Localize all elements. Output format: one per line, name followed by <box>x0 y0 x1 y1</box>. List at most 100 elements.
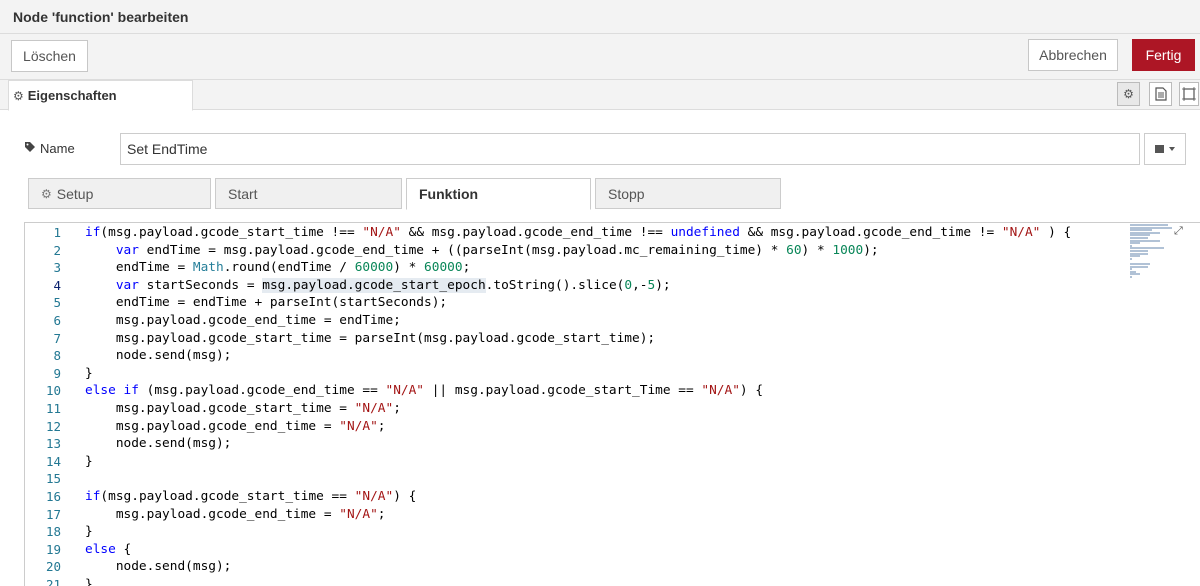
line-number: 3 <box>53 260 61 276</box>
code-token: msg.payload.gcode_end_time = endTime; <box>85 313 401 328</box>
code-token: (msg.payload.gcode_start_time !== <box>100 225 363 240</box>
done-button[interactable]: Fertig <box>1132 39 1195 71</box>
code-token: 1000 <box>832 242 864 258</box>
code-token: 60 <box>786 242 802 258</box>
code-line: msg.payload.gcode_end_time = endTime; <box>85 312 401 330</box>
code-line: msg.payload.gcode_start_time = "N/A"; <box>85 400 401 418</box>
code-line: } <box>85 365 93 383</box>
minimap-line <box>1130 265 1148 268</box>
tab-stop[interactable]: Stopp <box>595 178 781 209</box>
book-dropdown-icon[interactable] <box>1144 133 1186 165</box>
tab-function[interactable]: Funktion <box>406 178 591 210</box>
line-number: 7 <box>53 330 61 346</box>
code-token: 60000 <box>354 260 394 276</box>
tab-start[interactable]: Start <box>215 178 402 209</box>
code-token: ,- <box>632 277 648 293</box>
code-token: var <box>115 242 139 258</box>
code-line: if(msg.payload.gcode_start_time !== "N/A… <box>85 224 1071 242</box>
gear-icon: ⚙ <box>41 186 52 201</box>
code-token: } <box>85 577 93 586</box>
code-editor[interactable]: 1 2 3 4 5 6 7 8 9 10 11 12 13 14 15 16 17 18 19 20 21 if(msg… <box>24 222 1200 586</box>
line-number: 2 <box>53 242 61 258</box>
line-number: 5 <box>53 295 61 311</box>
code-line: if(msg.payload.gcode_start_time == "N/A"… <box>85 488 416 506</box>
code-token: Math <box>192 260 224 276</box>
tab-setup[interactable]: ⚙ Setup <box>28 178 211 209</box>
code-token: } <box>85 453 93 469</box>
line-number: 13 <box>45 436 61 452</box>
line-number-gutter: 1 2 3 4 5 6 7 8 9 10 11 12 13 14 15 16 17 18 19 20 21 <box>25 223 77 586</box>
line-number: 11 <box>45 401 61 416</box>
code-line: msg.payload.gcode_end_time = "N/A"; <box>85 418 386 436</box>
name-label-text: Name <box>40 141 75 156</box>
code-token: ) * <box>801 242 833 258</box>
code-line: node.send(msg); <box>85 435 232 453</box>
code-token: var <box>115 277 139 293</box>
line-number: 8 <box>53 348 61 364</box>
code-token: node.send(msg); <box>85 559 232 575</box>
code-token: msg.payload.gcode_start_time = parseInt(… <box>85 330 656 346</box>
code-token: "N/A" <box>354 401 394 416</box>
line-number: 10 <box>45 383 61 399</box>
cancel-button[interactable]: Abbrechen <box>1028 39 1118 71</box>
code-token: endTime = endTime + parseInt(startSecond… <box>85 295 448 311</box>
line-number: 17 <box>45 506 61 522</box>
delete-button[interactable]: Löschen <box>11 40 88 72</box>
code-token: "N/A" <box>339 506 378 522</box>
tab-properties[interactable]: ⚙ Eigenschaften <box>8 80 193 111</box>
code-token: "N/A" <box>701 383 740 399</box>
line-number: 21 <box>45 577 61 586</box>
code-token: msg.payload.gcode_start_time = <box>85 401 355 416</box>
name-input[interactable]: Set EndTime <box>120 133 1140 165</box>
code-token: msg.payload.gcode_start_epoch <box>262 277 486 293</box>
code-minimap[interactable] <box>1130 224 1180 284</box>
minimap-line <box>1130 257 1132 260</box>
code-line: } <box>85 523 93 541</box>
code-token: endTime = msg.payload.gcode_end_time + (… <box>138 242 787 258</box>
frame-icon[interactable] <box>1179 82 1199 106</box>
line-number: 20 <box>45 559 61 575</box>
code-token: ; <box>377 418 386 434</box>
code-line: msg.payload.gcode_end_time = "N/A"; <box>85 506 386 524</box>
code-token: ; <box>377 506 386 522</box>
gear-icon[interactable]: ⚙ <box>1117 82 1140 106</box>
code-token: ; <box>393 401 401 416</box>
code-line: else if (msg.payload.gcode_end_time == "… <box>85 382 763 400</box>
code-token: { <box>115 541 132 557</box>
dialog-title: Node 'function' bearbeiten <box>13 9 189 25</box>
dialog-titlebar: Node 'function' bearbeiten <box>0 0 1200 34</box>
code-token: .toString().slice( <box>485 277 625 293</box>
code-token: ) * <box>393 260 425 276</box>
minimap-line <box>1130 276 1132 278</box>
code-token: startSeconds = <box>138 277 263 293</box>
code-token: msg.payload.gcode_end_time = <box>85 418 340 434</box>
code-token: ) { <box>393 489 417 504</box>
tab-strip: ⚙ Eigenschaften <box>0 80 1200 111</box>
code-token: else if <box>85 383 139 399</box>
code-token: else <box>85 541 116 557</box>
code-line: endTime = Math.round(endTime / 60000) * … <box>85 259 470 277</box>
code-token: ; <box>462 260 471 276</box>
expand-icon[interactable]: ⤢ <box>1174 225 1183 238</box>
tab-setup-label: Setup <box>56 185 94 202</box>
line-number: 9 <box>53 365 61 381</box>
code-token: endTime = <box>85 260 193 276</box>
name-label: Name <box>24 141 75 156</box>
code-line: node.send(msg); <box>85 347 232 365</box>
code-token: undefined <box>670 225 740 240</box>
document-icon[interactable] <box>1149 82 1172 106</box>
code-token: && msg.payload.gcode_end_time != <box>739 225 1002 240</box>
line-number: 19 <box>45 541 61 557</box>
code-token: (msg.payload.gcode_end_time == <box>138 383 386 399</box>
action-bar: Löschen Abbrechen Fertig <box>0 34 1200 80</box>
code-token: msg.payload.gcode_end_time = <box>85 506 340 522</box>
gear-icon: ⚙ <box>13 88 24 103</box>
code-token: 60000 <box>424 260 463 276</box>
code-token: (msg.payload.gcode_start_time == <box>100 489 355 504</box>
code-token: && msg.payload.gcode_end_time !== <box>400 225 671 240</box>
line-number: 16 <box>45 489 61 504</box>
code-token: "N/A" <box>1001 225 1041 240</box>
code-token: node.send(msg); <box>85 348 232 364</box>
line-number: 6 <box>53 313 61 328</box>
